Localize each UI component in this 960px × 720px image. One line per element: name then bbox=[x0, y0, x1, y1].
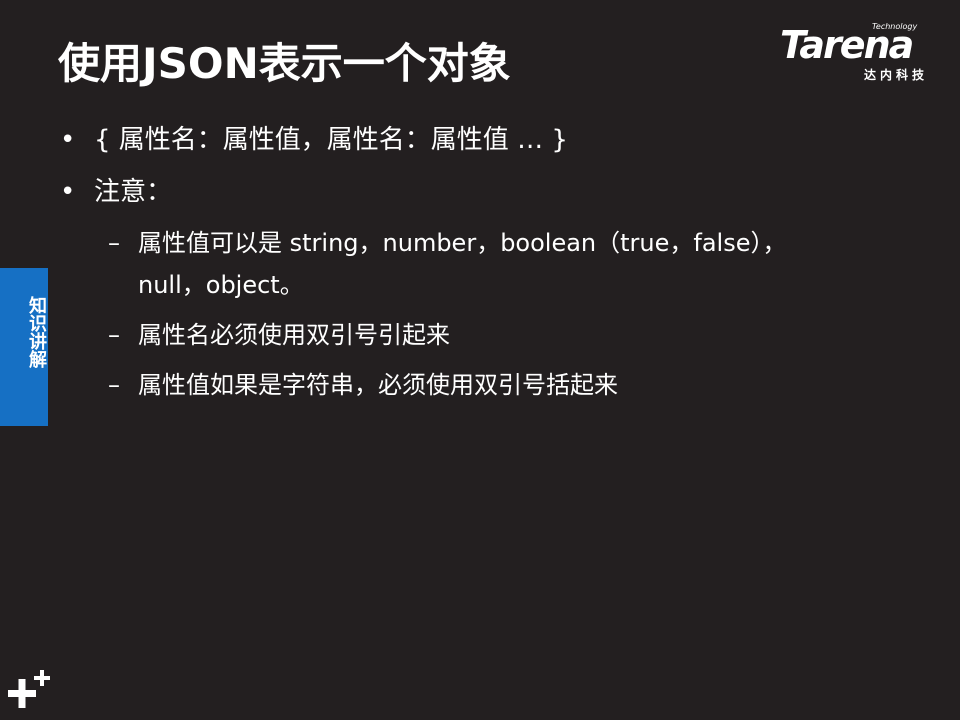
side-tab-knowledge: 知识讲解 bbox=[0, 268, 48, 426]
bullet-dot-icon: • bbox=[60, 125, 76, 155]
bullet-dot-icon: • bbox=[60, 177, 76, 207]
dash-icon: – bbox=[108, 371, 120, 399]
dash-icon: – bbox=[108, 321, 120, 349]
slide-content: • { 属性名：属性值，属性名：属性值 … } • 注意： – 属性值可以是 s… bbox=[58, 118, 918, 414]
sub-bullet-item: – 属性名必须使用双引号引起来 bbox=[58, 314, 918, 356]
sub-bullet-item: – 属性值可以是 string，number，boolean（true，fals… bbox=[58, 222, 918, 306]
sub-bullet-item: – 属性值如果是字符串，必须使用双引号括起来 bbox=[58, 364, 918, 406]
logo-chinese-text: 达内科技 bbox=[864, 68, 929, 82]
plus-icon bbox=[8, 670, 50, 708]
side-tab-label: 知识讲解 bbox=[26, 296, 47, 368]
slide-title: 使用JSON表示一个对象 bbox=[58, 39, 511, 88]
sub-bullet-text: 属性名必须使用双引号引起来 bbox=[138, 321, 450, 349]
sub-bullet-text: 属性值如果是字符串，必须使用双引号括起来 bbox=[138, 371, 618, 399]
bullet-item: • 注意： bbox=[58, 170, 918, 222]
sub-bullet-text: 属性值可以是 string，number，boolean（true，false）… bbox=[138, 229, 787, 299]
bullet-text: { 属性名：属性值，属性名：属性值 … } bbox=[94, 125, 568, 155]
bullet-item: • { 属性名：属性值，属性名：属性值 … } bbox=[58, 118, 918, 170]
tarena-logo: Technology Tarena 达内科技 bbox=[780, 22, 950, 84]
logo-word: Tarena bbox=[780, 23, 914, 67]
dash-icon: – bbox=[108, 229, 120, 257]
bullet-text: 注意： bbox=[94, 177, 173, 207]
